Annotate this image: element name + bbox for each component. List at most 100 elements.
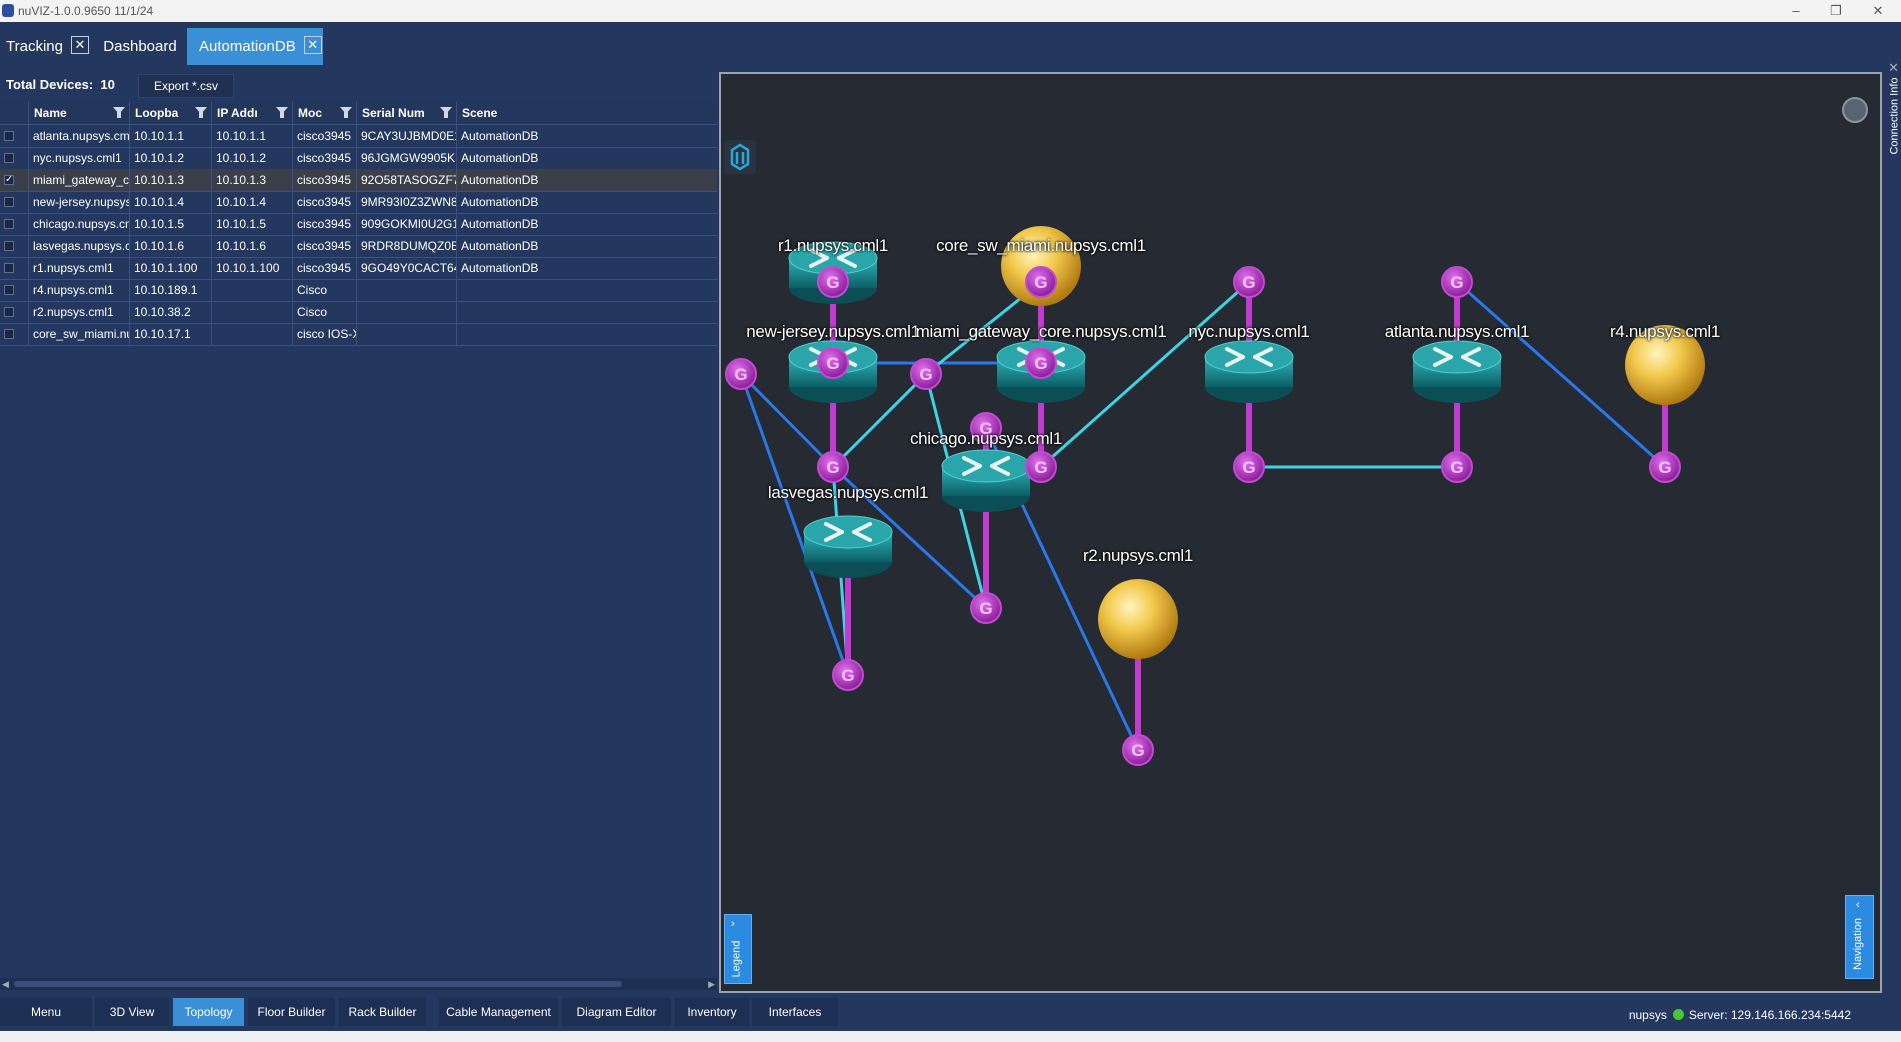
- column-header-serial[interactable]: Serial Num: [357, 102, 457, 124]
- gateway-node-icon[interactable]: G: [1025, 347, 1057, 379]
- gateway-node-icon[interactable]: G: [817, 347, 849, 379]
- row-checkbox[interactable]: [0, 301, 29, 323]
- horizontal-scrollbar[interactable]: ◀ ▶: [0, 978, 717, 990]
- device-label[interactable]: nyc.nupsys.cml1: [1188, 322, 1309, 342]
- tab-automationdb[interactable]: AutomationDB ✕: [187, 28, 323, 65]
- navigation-tab[interactable]: ‹ Navigation: [1845, 895, 1874, 979]
- table-row[interactable]: core_sw_miami.nu 10.10.17.1 cisco IOS-X: [0, 323, 717, 346]
- row-checkbox[interactable]: [0, 147, 29, 169]
- gateway-node-icon[interactable]: G: [1122, 734, 1154, 766]
- tab-tracking[interactable]: Tracking ✕: [0, 28, 92, 65]
- gateway-node-icon[interactable]: G: [832, 659, 864, 691]
- table-row[interactable]: r2.nupsys.cml1 10.10.38.2 Cisco: [0, 301, 717, 324]
- row-checkbox[interactable]: [0, 257, 29, 279]
- row-checkbox-icon[interactable]: [4, 197, 14, 207]
- filter-icon[interactable]: [276, 107, 288, 118]
- gateway-node-icon[interactable]: G: [970, 592, 1002, 624]
- bottom-tab-topology[interactable]: Topology: [173, 998, 244, 1026]
- row-checkbox[interactable]: [0, 125, 29, 147]
- router-icon[interactable]: [803, 515, 893, 578]
- gateway-node-icon[interactable]: G: [1649, 451, 1681, 483]
- row-checkbox-icon[interactable]: [4, 153, 14, 163]
- gateway-node-icon[interactable]: G: [1025, 266, 1057, 298]
- scrollbar-thumb[interactable]: [14, 981, 622, 987]
- table-row[interactable]: chicago.nupsys.cm 10.10.1.5 10.10.1.5 cisco…: [0, 213, 717, 236]
- bottom-tab-3d-view[interactable]: 3D View: [95, 998, 169, 1026]
- row-checkbox[interactable]: [0, 235, 29, 257]
- column-header-name[interactable]: Name: [29, 102, 130, 124]
- close-tab-icon[interactable]: ✕: [303, 36, 322, 55]
- column-header-loopback[interactable]: Loopba: [130, 102, 212, 124]
- router-icon[interactable]: [1412, 340, 1502, 403]
- topology-canvas[interactable]: G GGGGGG GGGGG GGGGG: [721, 74, 1880, 991]
- device-label[interactable]: r2.nupsys.cml1: [1083, 546, 1193, 566]
- table-row[interactable]: nyc.nupsys.cml1 10.10.1.2 10.10.1.2 cisco39…: [0, 147, 717, 170]
- gateway-node-icon[interactable]: G: [817, 451, 849, 483]
- bottom-tab-menu[interactable]: Menu: [0, 998, 92, 1026]
- row-checkbox[interactable]: [0, 191, 29, 213]
- row-checkbox[interactable]: [0, 279, 29, 301]
- scroll-left-icon[interactable]: ◀: [2, 978, 9, 990]
- minimize-icon[interactable]: –: [1781, 1, 1811, 21]
- row-checkbox[interactable]: [0, 213, 29, 235]
- connection-info-label[interactable]: Connection Info: [1889, 77, 1901, 154]
- close-tab-icon[interactable]: ✕: [70, 36, 89, 55]
- gateway-node-icon[interactable]: G: [1233, 266, 1265, 298]
- device-label[interactable]: atlanta.nupsys.cml1: [1385, 322, 1530, 342]
- connection-info-strip[interactable]: [1884, 72, 1901, 993]
- export-csv-button[interactable]: Export *.csv: [138, 74, 234, 98]
- table-row[interactable]: ✓ miami_gateway_cc 10.10.1.3 10.10.1.3 cisco…: [0, 169, 717, 192]
- gateway-node-icon[interactable]: G: [1025, 451, 1057, 483]
- topology-viewport[interactable]: GGGGGGGGGGGGGGGGG r1.nupsys.cml1 core_sw_…: [719, 72, 1882, 993]
- filter-icon[interactable]: [340, 107, 352, 118]
- gateway-node-icon[interactable]: G: [1441, 451, 1473, 483]
- router-icon[interactable]: [941, 449, 1031, 512]
- tab-dashboard[interactable]: Dashboard: [98, 28, 182, 65]
- row-checkbox-icon[interactable]: ✓: [4, 175, 14, 185]
- row-checkbox-icon[interactable]: [4, 219, 14, 229]
- switch-sphere-icon[interactable]: [1098, 579, 1178, 659]
- expand-legend-icon[interactable]: ›: [731, 918, 735, 930]
- row-checkbox-icon[interactable]: [4, 263, 14, 273]
- row-checkbox-icon[interactable]: [4, 131, 14, 141]
- row-checkbox-icon[interactable]: [4, 285, 14, 295]
- router-icon[interactable]: [1204, 340, 1294, 403]
- row-checkbox-icon[interactable]: [4, 307, 14, 317]
- filter-icon[interactable]: [195, 107, 207, 118]
- filter-icon[interactable]: [440, 107, 452, 118]
- legend-tab[interactable]: › Legend: [724, 914, 752, 984]
- column-header-ip-address[interactable]: IP Addı: [212, 102, 293, 124]
- gateway-node-icon[interactable]: G: [1233, 451, 1265, 483]
- bottom-tab-floor-builder[interactable]: Floor Builder: [248, 998, 335, 1026]
- close-window-icon[interactable]: ✕: [1863, 1, 1893, 21]
- gateway-node-icon[interactable]: G: [817, 266, 849, 298]
- row-checkbox-icon[interactable]: [4, 329, 14, 339]
- restore-icon[interactable]: ❐: [1821, 1, 1851, 21]
- table-row[interactable]: r4.nupsys.cml1 10.10.189.1 Cisco: [0, 279, 717, 302]
- bottom-tab-inventory[interactable]: Inventory: [675, 998, 749, 1026]
- select-all-column[interactable]: [0, 102, 29, 124]
- device-label[interactable]: r1.nupsys.cml1: [778, 236, 888, 256]
- row-checkbox[interactable]: ✓: [0, 169, 29, 191]
- device-label[interactable]: chicago.nupsys.cml1: [910, 429, 1062, 449]
- row-checkbox[interactable]: [0, 323, 29, 345]
- bottom-tab-cable-management[interactable]: Cable Management: [439, 998, 558, 1026]
- connection-status-icon[interactable]: [1842, 97, 1868, 123]
- bottom-tab-interfaces[interactable]: Interfaces: [752, 998, 838, 1026]
- device-label[interactable]: lasvegas.nupsys.cml1: [768, 483, 929, 503]
- table-row[interactable]: new-jersey.nupsys 10.10.1.4 10.10.1.4 cisco…: [0, 191, 717, 214]
- gateway-node-icon[interactable]: G: [1441, 266, 1473, 298]
- column-header-model[interactable]: Moc: [293, 102, 357, 124]
- expand-navigation-icon[interactable]: ‹: [1856, 899, 1860, 911]
- device-label[interactable]: r4.nupsys.cml1: [1610, 322, 1720, 342]
- device-label[interactable]: miami_gateway_core.nupsys.cml1: [916, 322, 1167, 342]
- column-header-scene[interactable]: Scene: [457, 102, 717, 124]
- bottom-tab-rack-builder[interactable]: Rack Builder: [339, 998, 426, 1026]
- table-row[interactable]: r1.nupsys.cml1 10.10.1.100 10.10.1.100 cisc…: [0, 257, 717, 280]
- table-row[interactable]: atlanta.nupsys.cm 10.10.1.1 10.10.1.1 cisco…: [0, 125, 717, 148]
- row-checkbox-icon[interactable]: [4, 241, 14, 251]
- bottom-tab-diagram-editor[interactable]: Diagram Editor: [562, 998, 671, 1026]
- gateway-node-icon[interactable]: G: [910, 358, 942, 390]
- device-label[interactable]: core_sw_miami.nupsys.cml1: [936, 236, 1146, 256]
- table-row[interactable]: lasvegas.nupsys.cr 10.10.1.6 10.10.1.6 cisc…: [0, 235, 717, 258]
